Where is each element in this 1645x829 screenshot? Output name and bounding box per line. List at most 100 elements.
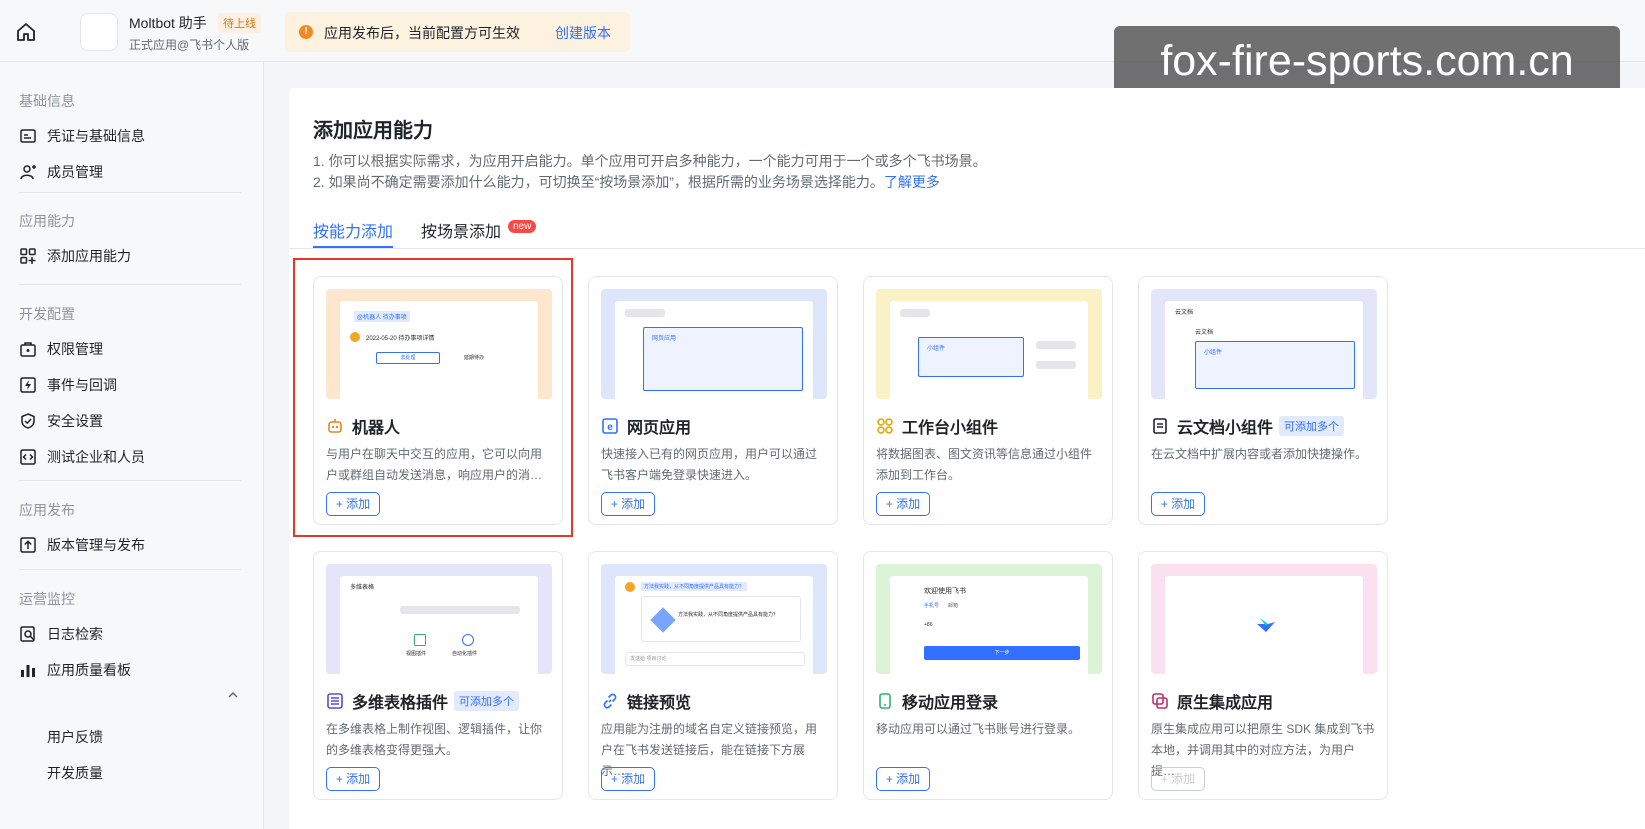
thumb-text: 欢迎使用飞书: [924, 588, 966, 595]
card-thumbnail: 云文档 云文档 小组件: [1151, 289, 1377, 399]
sidebar-item-add-capability[interactable]: 添加应用能力: [19, 242, 131, 270]
card-title: 多维表格插件: [352, 695, 449, 712]
app-status-badge: 待上线: [218, 13, 261, 33]
table-icon: [327, 693, 343, 709]
add-button[interactable]: + 添加: [876, 492, 930, 516]
card-link-preview[interactable]: 方法我实践，从不同角度提供产品具有能力？ 方法我实践，从不同角度提供产品具有能力…: [588, 551, 838, 800]
card-thumbnail: [1151, 564, 1377, 674]
divider: [19, 569, 241, 570]
web-app-icon: e: [602, 418, 618, 434]
sidebar-item-label: 添加应用能力: [47, 248, 131, 264]
nav-group-monitor: 运营监控: [19, 591, 75, 607]
new-badge: new: [508, 220, 537, 233]
app-subtitle: 正式应用@飞书个人版: [129, 38, 250, 52]
thumb-text: 云文档: [1195, 330, 1214, 336]
thumb-bar: [625, 309, 665, 317]
user-add-icon: [20, 165, 36, 180]
sidebar-item-credentials[interactable]: 凭证与基础信息: [19, 122, 145, 150]
thumb-plugin-icon: [414, 634, 426, 646]
add-button[interactable]: + 添加: [601, 767, 655, 791]
tab-by-capability[interactable]: 按能力添加: [313, 218, 393, 242]
thumb-cube: [650, 607, 676, 633]
description-line-2: 2. 如果尚不确定需要添加什么能力，可切换至“按场景添加”，根据所需的业务场景选…: [313, 174, 940, 190]
thumb-text: 方法我实践，从不同角度提供产品具有能力？: [641, 582, 748, 591]
thumb-text: 下一步: [924, 646, 1080, 660]
shield-icon: [21, 413, 35, 429]
card-description: 将数据图表、图文资讯等信息通过小组件添加到工作台。: [876, 447, 1093, 482]
nav-group-basic: 基础信息: [19, 93, 75, 109]
card-title: 原生集成应用: [1177, 695, 1274, 712]
thumb-text: 云文档: [1175, 310, 1194, 316]
chevron-up-icon[interactable]: [226, 688, 240, 702]
card-title-row: 原生集成应用: [1151, 689, 1273, 713]
app-avatar: [80, 13, 118, 51]
credential-icon: [20, 129, 36, 143]
thumb-preview-card: 方法我实践，从不同角度提供产品具有能力？: [641, 596, 801, 642]
sidebar-item-versions[interactable]: 版本管理与发布: [19, 531, 145, 559]
card-description: 在云文档中扩展内容或者添加快捷操作。: [1151, 447, 1368, 461]
card-thumbnail: 方法我实践，从不同角度提供产品具有能力？ 方法我实践，从不同角度提供产品具有能力…: [601, 564, 827, 674]
card-description: 移动应用可以通过飞书账号进行登录。: [876, 722, 1081, 736]
thumb-bar: [900, 309, 930, 317]
sidebar-item-quality-board[interactable]: 应用质量看板: [19, 656, 131, 684]
event-icon: [20, 377, 36, 393]
home-icon[interactable]: [14, 20, 38, 44]
card-base-plugin[interactable]: 多维表格 视图插件 自动化插件 多维表格插件 可添加多个 在多维表格上制作视图、…: [313, 551, 563, 800]
nav-group-capability: 应用能力: [19, 213, 75, 229]
card-thumbnail: 网页应用: [601, 289, 827, 399]
card-doc-widget[interactable]: 云文档 云文档 小组件 云文档小组件 可添加多个 在云文档中扩展内容或者添加快捷…: [1138, 276, 1388, 525]
thumb-bar: [400, 606, 520, 614]
native-icon: [1152, 693, 1168, 709]
sidebar-item-log-search[interactable]: 日志检索: [19, 620, 103, 648]
card-title-row: 链接预览: [601, 689, 691, 713]
create-version-link[interactable]: 创建版本: [555, 23, 611, 43]
sidebar-item-permissions[interactable]: 权限管理: [19, 335, 103, 363]
sidebar-item-members[interactable]: 成员管理: [19, 158, 103, 186]
divider: [19, 480, 241, 481]
card-thumbnail: 小组件: [876, 289, 1102, 399]
sidebar-item-label: 版本管理与发布: [47, 537, 145, 553]
thumb-window: 方法我实践，从不同角度提供产品具有能力？ 方法我实践，从不同角度提供产品具有能力…: [615, 576, 813, 674]
sidebar-subitem-feedback[interactable]: 用户反馈: [47, 727, 103, 747]
thumb-text: 小组件: [927, 346, 946, 352]
widget-icon: [877, 418, 893, 434]
permission-icon: [20, 342, 36, 357]
tab-by-scenario[interactable]: 按场景添加: [421, 218, 501, 242]
sidebar-item-security[interactable]: 安全设置: [19, 407, 103, 435]
sidebar-item-label: 权限管理: [47, 341, 103, 357]
card-workbench-widget[interactable]: 小组件 工作台小组件 将数据图表、图文资讯等信息通过小组件添加到工作台。 + 添…: [863, 276, 1113, 525]
thumb-text: 网页应用: [652, 336, 677, 342]
sidebar-item-test-tenants[interactable]: 测试企业和人员: [19, 443, 145, 471]
thumb-bar: [1036, 341, 1076, 349]
add-button[interactable]: + 添加: [1151, 492, 1205, 516]
doc-icon: [1153, 418, 1167, 434]
add-button[interactable]: + 添加: [601, 492, 655, 516]
sidebar-subitem-dev-quality[interactable]: 开发质量: [47, 763, 103, 783]
card-web-app[interactable]: 网页应用 e 网页应用 快速接入已有的网页应用，用户可以通过飞书客户端免登录快速…: [588, 276, 838, 525]
card-title: 工作台小组件: [902, 420, 999, 437]
chart-icon: [21, 665, 35, 677]
add-button: + 添加: [1151, 767, 1205, 791]
notice-text: 应用发布后，当前配置方可生效: [324, 25, 520, 41]
card-mobile-login[interactable]: 欢迎使用飞书 手机号 邮箱 +86 下一步 移动应用登录 移动应用可以通过飞书账…: [863, 551, 1113, 800]
sidebar-item-label: 测试企业和人员: [47, 449, 145, 465]
nav-group-publish: 应用发布: [19, 502, 75, 518]
svg-text:e: e: [607, 422, 613, 433]
add-button[interactable]: + 添加: [876, 767, 930, 791]
multi-badge: 可添加多个: [1279, 416, 1345, 436]
learn-more-link[interactable]: 了解更多: [884, 174, 940, 190]
mobile-icon: [879, 693, 891, 709]
card-title-row: 移动应用登录: [876, 689, 998, 713]
thumb-box: 网页应用: [643, 327, 803, 391]
code-icon: [20, 449, 36, 465]
sidebar-item-events[interactable]: 事件与回调: [19, 371, 117, 399]
log-search-icon: [20, 626, 35, 642]
thumb-text: 自动化插件: [452, 651, 478, 657]
card-native-app[interactable]: 原生集成应用 原生集成应用可以把原生 SDK 集成到飞书本地，并调用其中的对应方…: [1138, 551, 1388, 800]
sidebar-item-label: 事件与回调: [47, 377, 117, 393]
card-title-row: e 网页应用: [601, 414, 691, 438]
add-button[interactable]: + 添加: [326, 767, 380, 791]
page-title: 添加应用能力: [313, 120, 433, 142]
card-thumbnail: 多维表格 视图插件 自动化插件: [326, 564, 552, 674]
sidebar-item-label: 日志检索: [47, 626, 103, 642]
